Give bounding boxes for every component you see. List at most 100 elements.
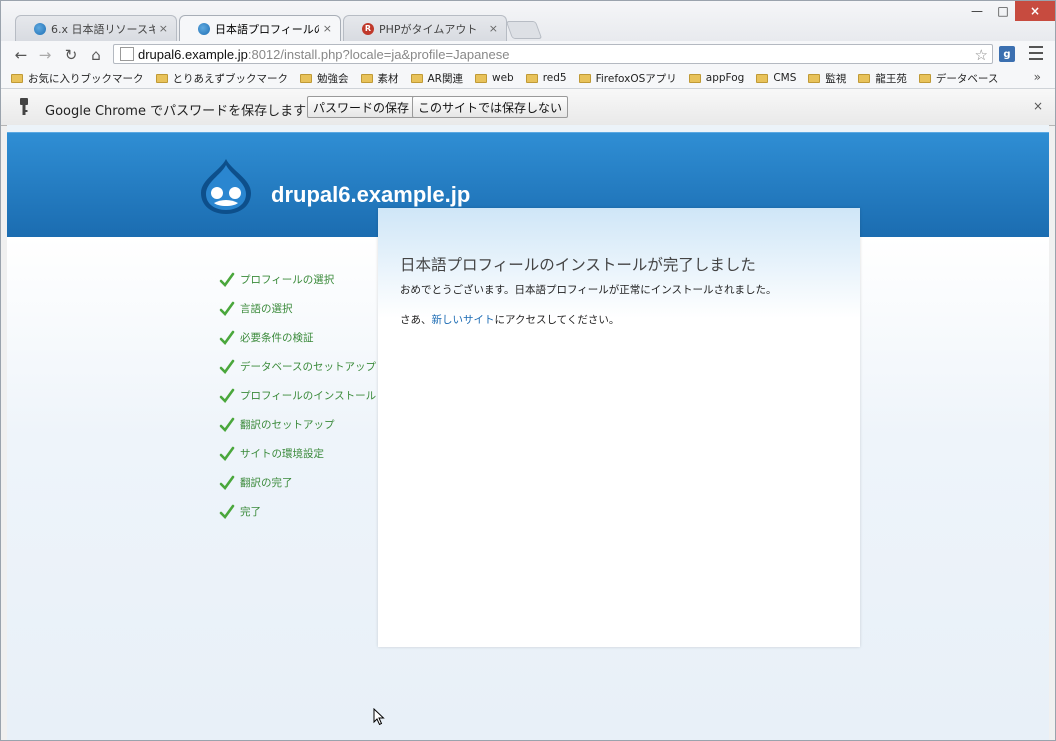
tab-title: PHPがタイムアウト（Maxim [379, 22, 485, 36]
mouse-cursor-icon [373, 708, 385, 726]
install-step: 翻訳の完了 [219, 468, 376, 497]
folder-icon [858, 73, 871, 83]
bookmark-folder[interactable]: AR関連 [410, 71, 463, 86]
bookmark-label: web [491, 72, 514, 84]
page-content: drupal6.example.jp プロフィールの選択 言語の選択 必要条件の… [7, 125, 1049, 740]
bookmark-folder[interactable]: 龍王苑 [858, 71, 907, 86]
bookmark-folder[interactable]: お気に入りブックマーク [11, 71, 144, 86]
drupal-favicon-icon [34, 22, 46, 35]
infobar-close-icon[interactable]: × [1033, 99, 1043, 113]
site-name: drupal6.example.jp [271, 182, 471, 207]
save-password-button[interactable]: パスワードの保存 [307, 96, 416, 118]
checkmark-icon [219, 388, 235, 403]
step-label: 言語の選択 [240, 303, 293, 315]
never-save-button[interactable]: このサイトでは保存しない [412, 96, 569, 118]
new-tab-button[interactable] [505, 21, 543, 39]
tab-resource-kit[interactable]: 6.x 日本語リソースキット | ε × [15, 15, 177, 41]
install-step: サイトの環境設定 [219, 439, 376, 468]
bookmark-star-icon[interactable]: ☆ [975, 46, 988, 64]
success-message: おめでとうございます。日本語プロフィールが正常にインストールされました。 [400, 284, 777, 296]
bookmark-label: 龍王苑 [875, 72, 907, 85]
checkmark-icon [219, 417, 235, 432]
bookmark-folder[interactable]: web [474, 72, 514, 84]
bookmarks-overflow-button[interactable]: » [1034, 70, 1041, 84]
folder-icon [360, 73, 373, 83]
visit-suffix: にアクセスしてください。 [494, 314, 620, 326]
close-window-button[interactable]: × [1015, 1, 1055, 21]
folder-icon [474, 73, 487, 83]
folder-icon [808, 73, 821, 83]
checkmark-icon [219, 446, 235, 461]
bookmark-folder[interactable]: FirefoxOSアプリ [578, 71, 677, 86]
folder-icon [918, 73, 931, 83]
tab-title: 日本語プロフィールのインスト [215, 22, 319, 36]
bookmark-label: 素材 [377, 72, 399, 85]
folder-icon [410, 73, 423, 83]
bookmark-folder[interactable]: 監視 [808, 71, 846, 86]
maximize-button[interactable]: □ [991, 1, 1015, 21]
folder-icon [300, 73, 312, 83]
step-label: データベースのセットアップ [240, 361, 376, 373]
install-steps: プロフィールの選択 言語の選択 必要条件の検証 データベースのセットアップ プロ… [219, 265, 376, 526]
checkmark-icon [219, 301, 235, 316]
visit-prefix: さあ、 [400, 314, 432, 326]
bookmark-folder[interactable]: とりあえずブックマーク [155, 71, 289, 86]
checkmark-icon [219, 272, 235, 287]
folder-icon [578, 73, 591, 83]
folder-icon [11, 73, 23, 83]
url-path: :8012/install.php?locale=ja&profile=Japa… [247, 46, 510, 62]
back-icon[interactable]: ← [11, 45, 31, 65]
folder-icon [155, 73, 168, 83]
folder-icon [688, 73, 701, 83]
bookmark-label: red5 [542, 72, 567, 84]
close-tab-icon[interactable]: × [159, 22, 168, 35]
page-icon [120, 47, 134, 61]
bookmark-label: 監視 [825, 72, 847, 85]
address-bar[interactable]: drupal6.example.jp:8012/install.php?loca… [113, 44, 993, 64]
install-step: データベースのセットアップ [219, 352, 376, 381]
bookmark-folder[interactable]: 勉強会 [300, 71, 349, 86]
bookmark-folder[interactable]: red5 [525, 72, 567, 84]
bookmark-label: お気に入りブックマーク [28, 72, 144, 85]
bookmark-label: FirefoxOSアプリ [595, 72, 677, 85]
bookmark-label: とりあえずブックマーク [172, 72, 289, 85]
step-label: 翻訳の完了 [240, 477, 293, 489]
bookmark-folder[interactable]: データベース [918, 71, 999, 86]
install-step: 完了 [219, 497, 376, 526]
close-tab-icon[interactable]: × [489, 22, 498, 35]
bookmark-folder[interactable]: CMS [756, 72, 796, 84]
forward-icon[interactable]: → [35, 45, 55, 65]
tab-install-profile[interactable]: 日本語プロフィールのインスト × [179, 15, 341, 41]
minimize-button[interactable]: — [963, 1, 991, 21]
tab-title: 6.x 日本語リソースキット | ε [51, 22, 155, 36]
step-label: 翻訳のセットアップ [240, 419, 335, 431]
step-label: 完了 [240, 506, 261, 518]
bookmark-label: データベース [935, 72, 999, 85]
menu-icon[interactable] [1029, 46, 1043, 60]
install-step: 翻訳のセットアップ [219, 410, 376, 439]
drupal-logo-icon [201, 159, 251, 214]
home-icon[interactable]: ⌂ [86, 45, 106, 65]
install-step: プロフィールの選択 [219, 265, 376, 294]
install-step: プロフィールのインストール [219, 381, 376, 410]
bookmark-folder[interactable]: 素材 [360, 71, 399, 86]
tab-php-timeout[interactable]: R PHPがタイムアウト（Maxim × [343, 15, 507, 41]
reload-icon[interactable]: ↻ [61, 45, 81, 65]
bookmark-folder[interactable]: appFog [688, 72, 744, 84]
bookmark-label: 勉強会 [317, 72, 349, 85]
extension-icon[interactable]: g [999, 46, 1015, 62]
bookmarks-bar: お気に入りブックマーク とりあえずブックマーク 勉強会 素材 AR関連 web … [1, 68, 1055, 89]
infobar-message: Google Chrome でパスワードを保存しますか？ [45, 104, 333, 119]
bookmark-label: AR関連 [427, 72, 463, 85]
step-label: プロフィールの選択 [240, 274, 335, 286]
step-label: プロフィールのインストール [240, 390, 377, 402]
close-tab-icon[interactable]: × [323, 22, 332, 35]
new-site-link[interactable]: 新しいサイト [432, 314, 495, 326]
content-panel: 日本語プロフィールのインストールが完了しました おめでとうございます。日本語プロ… [378, 208, 860, 647]
page-title: 日本語プロフィールのインストールが完了しました [400, 256, 756, 274]
tab-strip: 6.x 日本語リソースキット | ε × 日本語プロフィールのインスト × R … [1, 1, 1055, 41]
r-favicon-icon: R [362, 22, 374, 35]
key-icon [20, 98, 28, 115]
checkmark-icon [219, 330, 235, 345]
drupal-favicon-icon [198, 22, 210, 35]
